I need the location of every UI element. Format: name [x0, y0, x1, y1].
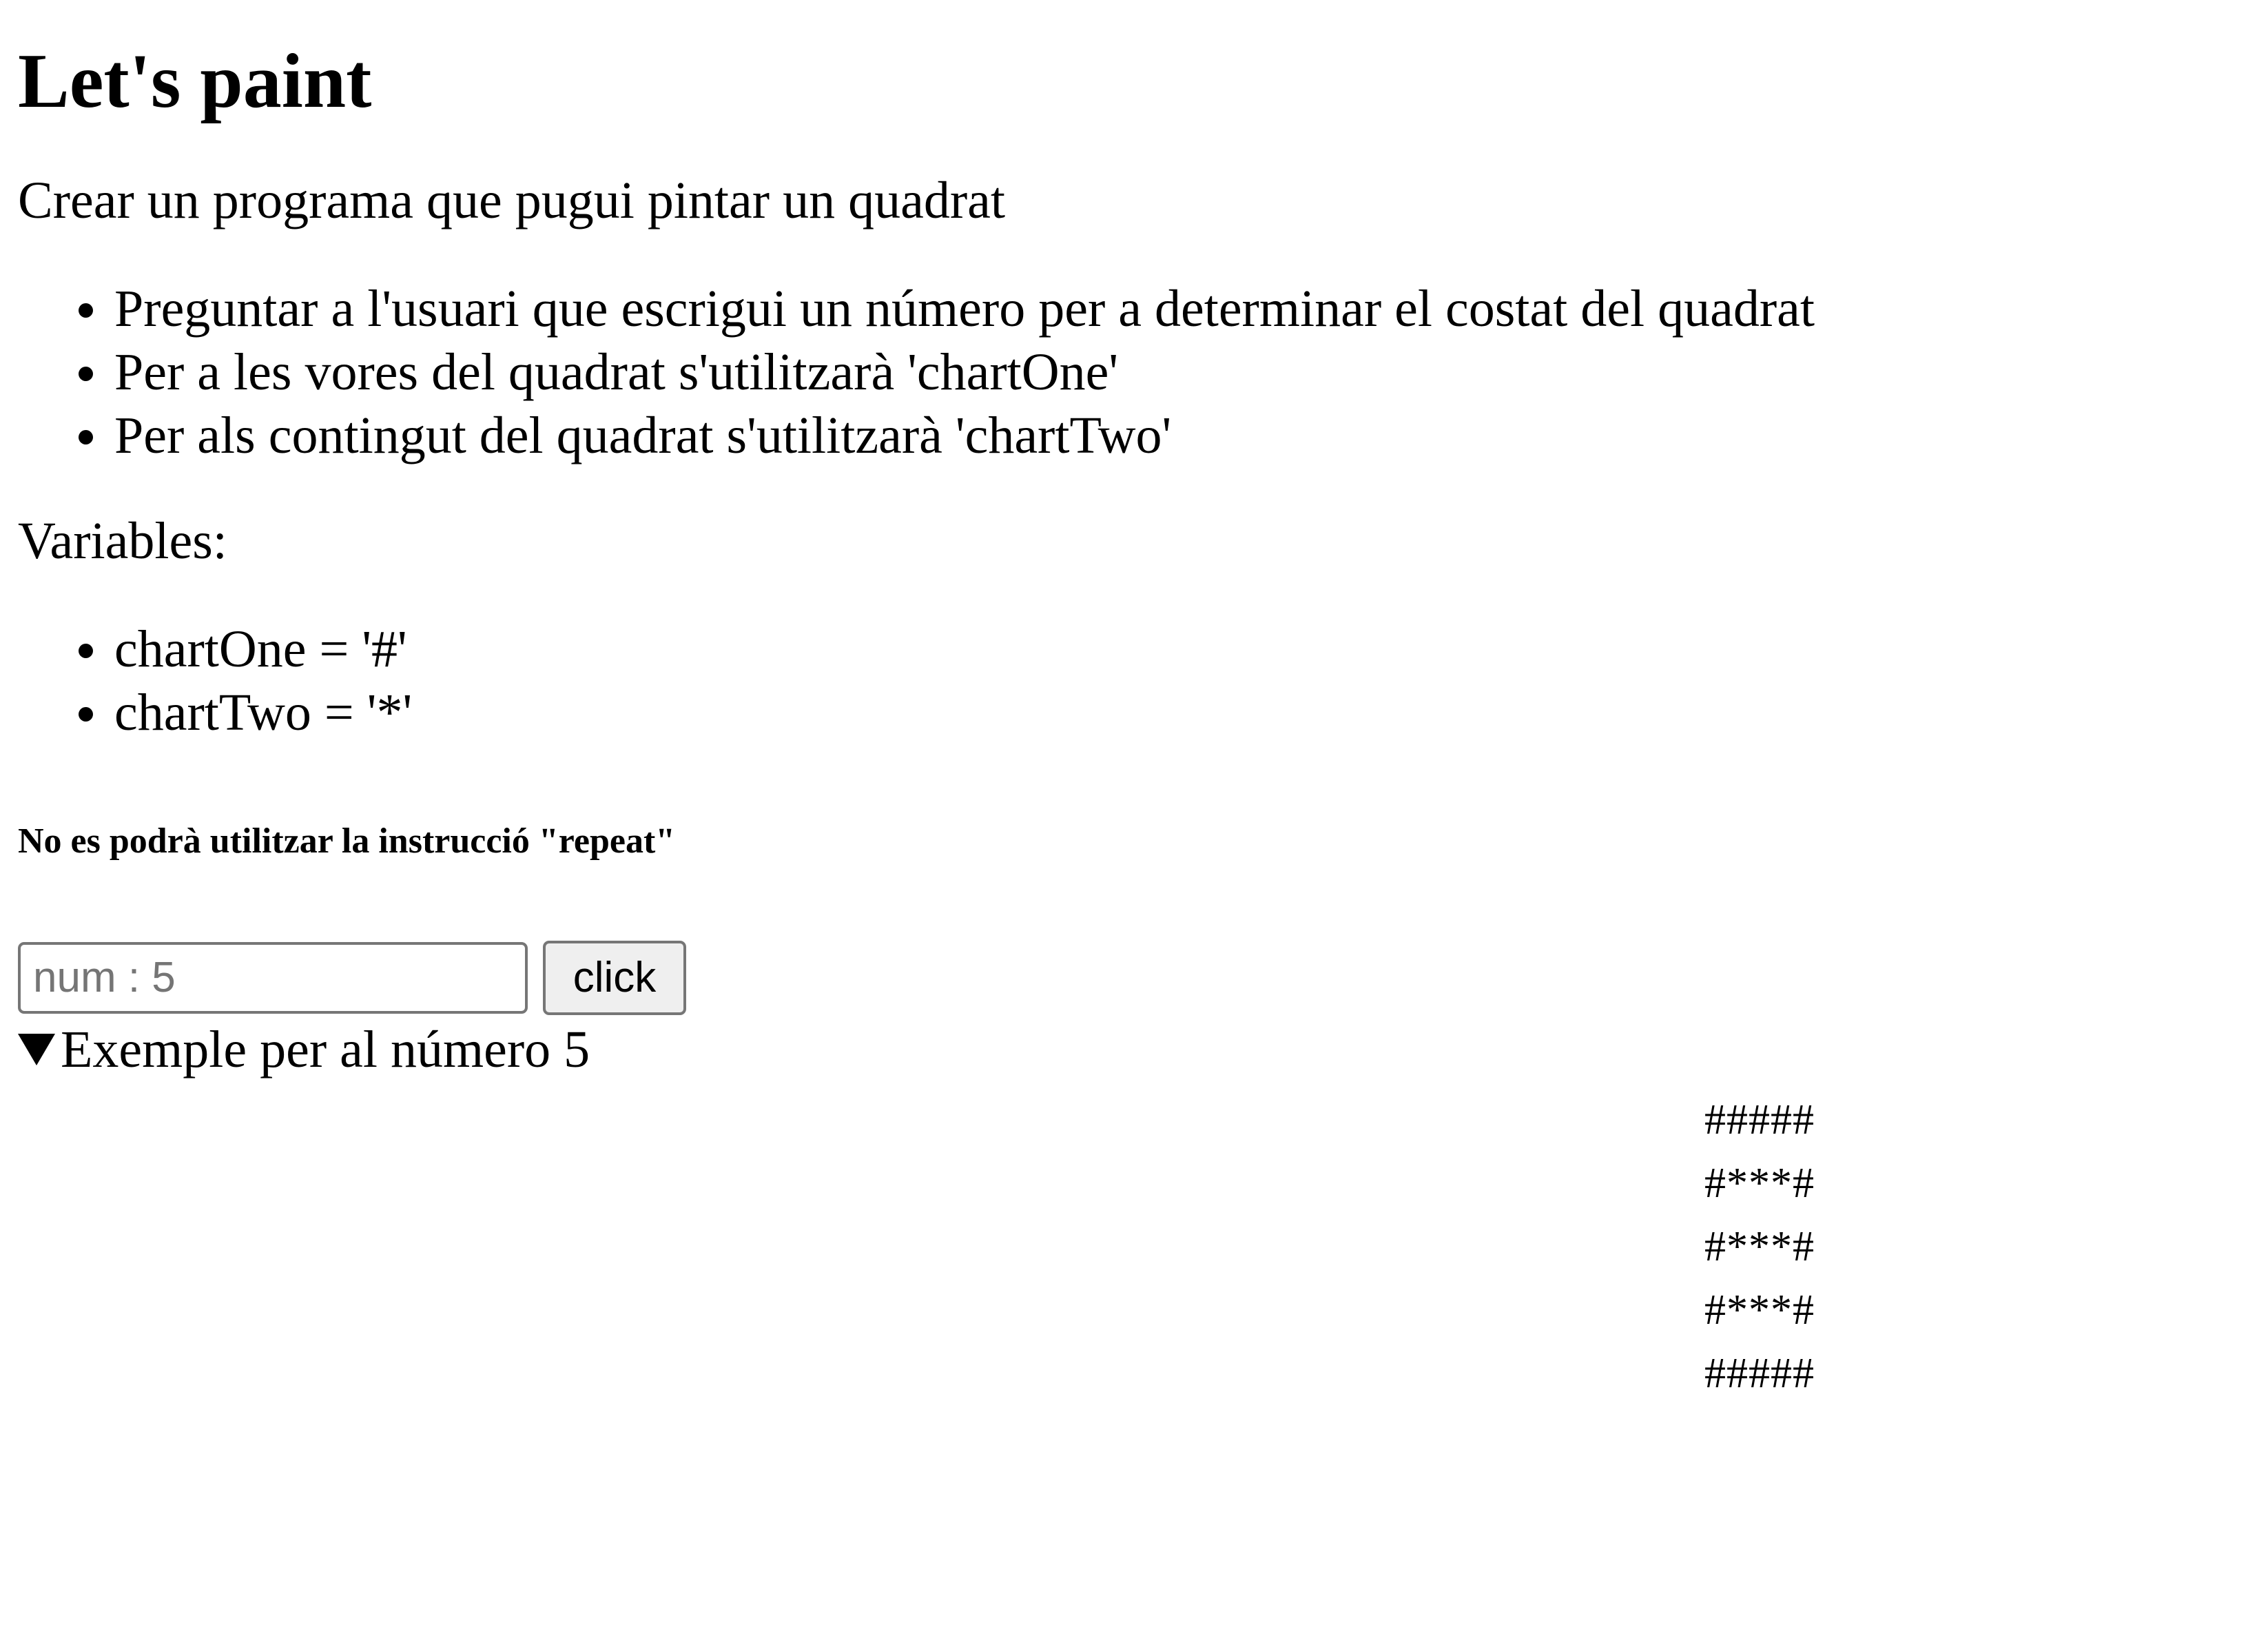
click-button[interactable]: click — [543, 940, 686, 1015]
output-line: ##### — [1704, 1349, 1815, 1397]
requirement-item: Preguntar a l'usuari que escrigui un núm… — [79, 277, 2250, 340]
page: Let's paint Crear un programa que pugui … — [18, 0, 2250, 1405]
repeat-warning: No es podrà utilitzar la instrucció "rep… — [18, 821, 676, 861]
number-input[interactable] — [18, 941, 528, 1014]
square-output: ##### #***# #***# #***# ##### — [18, 1081, 2250, 1405]
output-line: #***# — [1704, 1286, 1815, 1333]
description-text: Crear un programa que pugui pintar un qu… — [18, 171, 1005, 229]
example-summary-label: Exemple per al número 5 — [61, 1020, 590, 1079]
requirements-list: Preguntar a l'usuari que escrigui un núm… — [18, 277, 2250, 467]
requirement-item: Per als contingut del quadrat s'utilitza… — [79, 404, 2250, 467]
requirement-item: Per a les vores del quadrat s'utilitzarà… — [79, 340, 2250, 404]
output-line: #***# — [1704, 1223, 1815, 1270]
page-title: Let's paint — [18, 39, 372, 124]
output-line: #***# — [1704, 1159, 1815, 1207]
variables-heading: Variables: — [18, 511, 227, 570]
example-summary[interactable]: Exemple per al número 5 — [18, 1018, 2250, 1081]
variables-list: chartOne = '#' chartTwo = '*' — [18, 617, 2250, 744]
disclosure-triangle-icon — [18, 1033, 55, 1065]
variable-item: chartTwo = '*' — [79, 681, 2250, 744]
example-details: Exemple per al número 5 ##### #***# #***… — [18, 1018, 2250, 1405]
variable-item: chartOne = '#' — [79, 617, 2250, 681]
number-form: click — [18, 940, 2250, 1015]
output-line: ##### — [1704, 1096, 1815, 1143]
